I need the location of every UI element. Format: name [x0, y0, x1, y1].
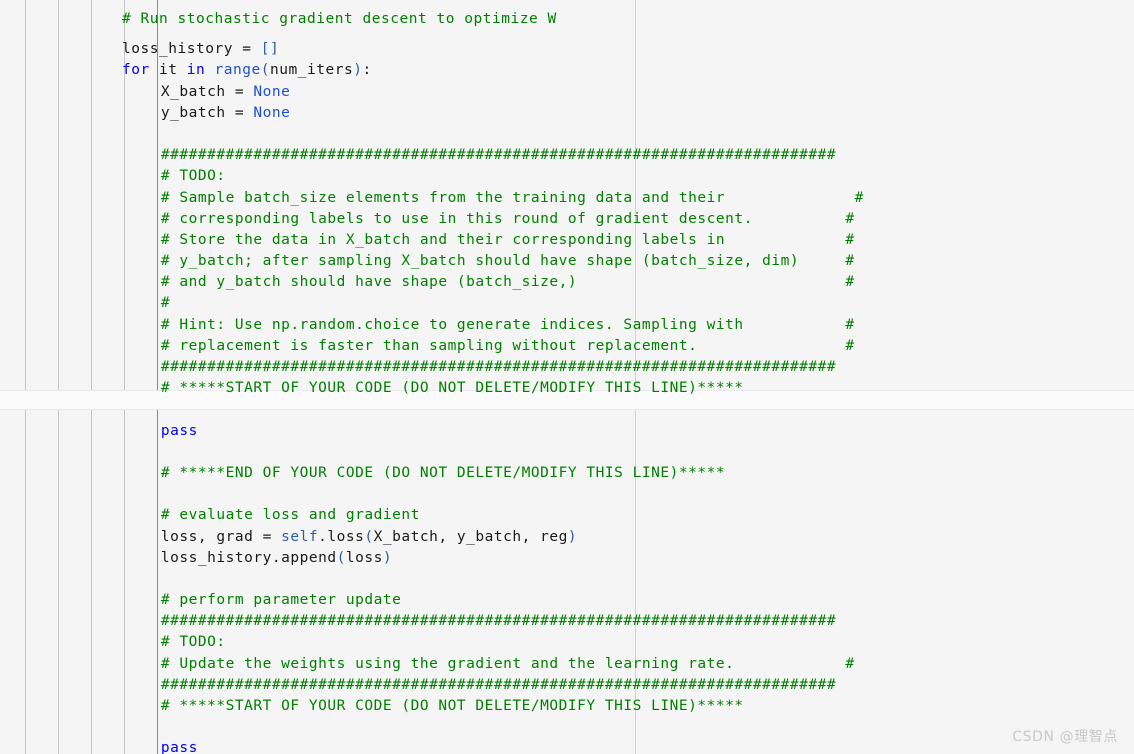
code-line[interactable]: for it in range(num_iters): [0, 60, 1134, 81]
code-line[interactable]: # Sample batch_size elements from the tr… [0, 188, 1134, 209]
code-line[interactable] [0, 717, 1134, 738]
csdn-watermark: CSDN @理智点 [1012, 729, 1118, 745]
code-line[interactable]: # Store the data in X_batch and their co… [0, 230, 1134, 251]
code-line[interactable]: loss_history.append(loss) [0, 548, 1134, 569]
code-line[interactable]: ########################################… [0, 357, 1134, 378]
code-line[interactable] [0, 569, 1134, 590]
code-line[interactable]: X_batch = None [0, 82, 1134, 103]
code-line[interactable]: # replacement is faster than sampling wi… [0, 336, 1134, 357]
code-line[interactable]: # corresponding labels to use in this ro… [0, 209, 1134, 230]
code-line[interactable]: loss, grad = self.loss(X_batch, y_batch,… [0, 527, 1134, 548]
code-editor[interactable]: # Run stochastic gradient descent to opt… [0, 0, 1134, 754]
code-line[interactable]: # Hint: Use np.random.choice to generate… [0, 315, 1134, 336]
code-line[interactable]: # and y_batch should have shape (batch_s… [0, 272, 1134, 293]
code-line[interactable]: loss_history = [] [0, 39, 1134, 60]
code-line[interactable]: # TODO: [0, 166, 1134, 187]
code-line[interactable]: # TODO: [0, 632, 1134, 653]
code-line[interactable] [0, 484, 1134, 505]
code-line[interactable]: # Run stochastic gradient descent to opt… [0, 0, 1134, 39]
code-line[interactable]: # [0, 293, 1134, 314]
code-line[interactable]: pass [0, 421, 1134, 442]
code-line[interactable] [0, 399, 1134, 420]
code-line[interactable]: # perform parameter update [0, 590, 1134, 611]
code-line[interactable]: # y_batch; after sampling X_batch should… [0, 251, 1134, 272]
code-line[interactable]: pass [0, 738, 1134, 754]
code-line[interactable]: # evaluate loss and gradient [0, 505, 1134, 526]
code-line[interactable]: # Update the weights using the gradient … [0, 654, 1134, 675]
code-line[interactable]: ########################################… [0, 611, 1134, 632]
code-line[interactable]: # *****START OF YOUR CODE (DO NOT DELETE… [0, 696, 1134, 717]
code-line[interactable] [0, 124, 1134, 145]
code-line[interactable]: ########################################… [0, 675, 1134, 696]
code-line[interactable]: # *****END OF YOUR CODE (DO NOT DELETE/M… [0, 463, 1134, 484]
code-line[interactable]: # *****START OF YOUR CODE (DO NOT DELETE… [0, 378, 1134, 399]
code-line[interactable]: ########################################… [0, 145, 1134, 166]
code-line[interactable]: y_batch = None [0, 103, 1134, 124]
code-line[interactable] [0, 442, 1134, 463]
code-content[interactable]: # Run stochastic gradient descent to opt… [0, 0, 1134, 754]
